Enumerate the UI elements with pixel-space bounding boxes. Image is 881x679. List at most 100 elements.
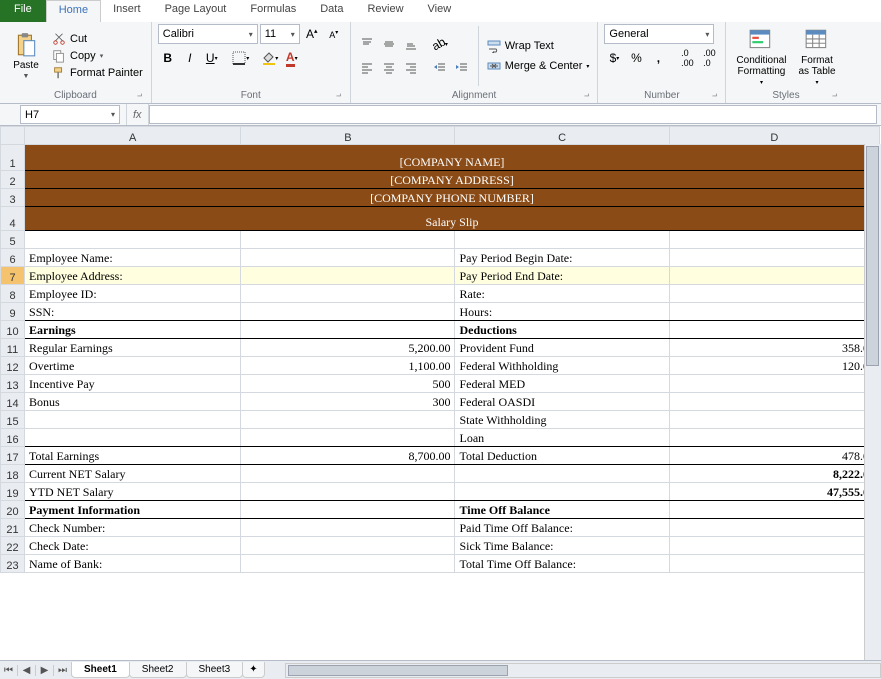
cell[interactable]: Provident Fund [455,339,669,357]
align-right-button[interactable] [401,58,421,78]
tab-file[interactable]: File [0,0,46,22]
tab-formulas[interactable]: Formulas [238,0,308,22]
new-sheet-button[interactable]: ✦ [242,662,264,678]
cell[interactable]: 120.00 [669,357,879,375]
sheet-nav-first[interactable]: ⏮ [0,665,18,676]
cell[interactable]: Deductions [455,321,669,339]
cell[interactable] [241,285,455,303]
col-header-C[interactable]: C [455,127,669,145]
cell[interactable]: 8,222.00 [669,465,879,483]
fx-button[interactable]: fx [126,104,149,125]
cell[interactable] [241,321,455,339]
cell[interactable]: 358.00 [669,339,879,357]
row-header[interactable]: 21 [1,519,25,537]
align-center-button[interactable] [379,58,399,78]
cell[interactable]: Employee Address: [25,267,241,285]
cell[interactable] [455,231,669,249]
cell[interactable] [669,267,879,285]
conditional-formatting-button[interactable]: Conditional Formatting ▾ [732,24,790,88]
row-header[interactable]: 10 [1,321,25,339]
cell[interactable] [241,501,455,519]
cell[interactable]: [COMPANY PHONE NUMBER] [25,189,880,207]
cell[interactable] [669,519,879,537]
sheet-tab-3[interactable]: Sheet3 [186,662,244,678]
row-header[interactable]: 7 [1,267,25,285]
cell[interactable] [241,249,455,267]
cell[interactable]: Incentive Pay [25,375,241,393]
cell[interactable] [241,429,455,447]
bold-button[interactable]: B [158,48,178,68]
col-header-D[interactable]: D [669,127,879,145]
cell[interactable]: - [669,393,879,411]
cell[interactable] [241,411,455,429]
percent-button[interactable]: % [626,48,646,68]
cell[interactable]: Hours: [455,303,669,321]
cell[interactable]: YTD NET Salary [25,483,241,501]
fill-color-button[interactable]: ▾ [260,48,280,68]
cell[interactable]: Total Earnings [25,447,241,465]
tab-review[interactable]: Review [355,0,415,22]
cell[interactable]: Pay Period End Date: [455,267,669,285]
cell[interactable]: 1,100.00 [241,357,455,375]
cell[interactable] [669,555,879,573]
cell[interactable] [241,555,455,573]
cell[interactable]: 8,700.00 [241,447,455,465]
cell[interactable]: [COMPANY ADDRESS] [25,171,880,189]
row-header[interactable]: 18 [1,465,25,483]
cell[interactable]: Check Date: [25,537,241,555]
row-header[interactable]: 3 [1,189,25,207]
cell[interactable] [455,465,669,483]
align-bottom-button[interactable] [401,34,421,54]
cell[interactable] [25,231,241,249]
cell[interactable]: Employee Name: [25,249,241,267]
row-header[interactable]: 15 [1,411,25,429]
sheet-nav-prev[interactable]: ◀ [18,665,36,676]
decrease-font-button[interactable]: A▾ [324,24,344,44]
cell[interactable]: State Withholding [455,411,669,429]
row-header[interactable]: 23 [1,555,25,573]
sheet-tab-2[interactable]: Sheet2 [129,662,187,678]
format-as-table-button[interactable]: Format as Table ▾ [794,24,839,88]
row-header[interactable]: 12 [1,357,25,375]
cell[interactable] [241,231,455,249]
row-header[interactable]: 2 [1,171,25,189]
cell[interactable]: - [669,375,879,393]
scroll-thumb[interactable] [866,146,879,366]
cell[interactable]: Pay Period Begin Date: [455,249,669,267]
cell[interactable] [669,537,879,555]
cell[interactable]: Current NET Salary [25,465,241,483]
cell[interactable] [669,231,879,249]
select-all-corner[interactable] [1,127,25,145]
row-header[interactable]: 16 [1,429,25,447]
tab-data[interactable]: Data [308,0,355,22]
cell[interactable]: Earnings [25,321,241,339]
cell[interactable]: Total Time Off Balance: [455,555,669,573]
format-painter-button[interactable]: Format Painter [50,65,145,81]
orientation-button[interactable]: ab▾ [430,34,450,54]
cell[interactable]: Paid Time Off Balance: [455,519,669,537]
row-header[interactable]: 20 [1,501,25,519]
sheet-tab-1[interactable]: Sheet1 [71,662,130,678]
cell[interactable]: Bonus [25,393,241,411]
tab-insert[interactable]: Insert [101,0,153,22]
cut-button[interactable]: Cut [50,31,145,47]
formula-input[interactable] [149,105,877,124]
col-header-B[interactable]: B [241,127,455,145]
cell[interactable] [669,501,879,519]
cell[interactable]: Loan [455,429,669,447]
vertical-scrollbar[interactable] [864,144,881,660]
cell[interactable]: Sick Time Balance: [455,537,669,555]
row-header[interactable]: 19 [1,483,25,501]
row-header[interactable]: 4 [1,207,25,231]
increase-font-button[interactable]: A▴ [302,24,322,44]
col-header-A[interactable]: A [25,127,241,145]
horizontal-scrollbar[interactable] [285,663,881,678]
row-header[interactable]: 5 [1,231,25,249]
decrease-decimal-button[interactable]: .00.0 [699,48,719,68]
cell[interactable]: Federal OASDI [455,393,669,411]
cell[interactable] [241,267,455,285]
underline-button[interactable]: U▾ [202,48,222,68]
row-header[interactable]: 1 [1,145,25,171]
comma-button[interactable]: , [648,48,668,68]
tab-view[interactable]: View [416,0,464,22]
